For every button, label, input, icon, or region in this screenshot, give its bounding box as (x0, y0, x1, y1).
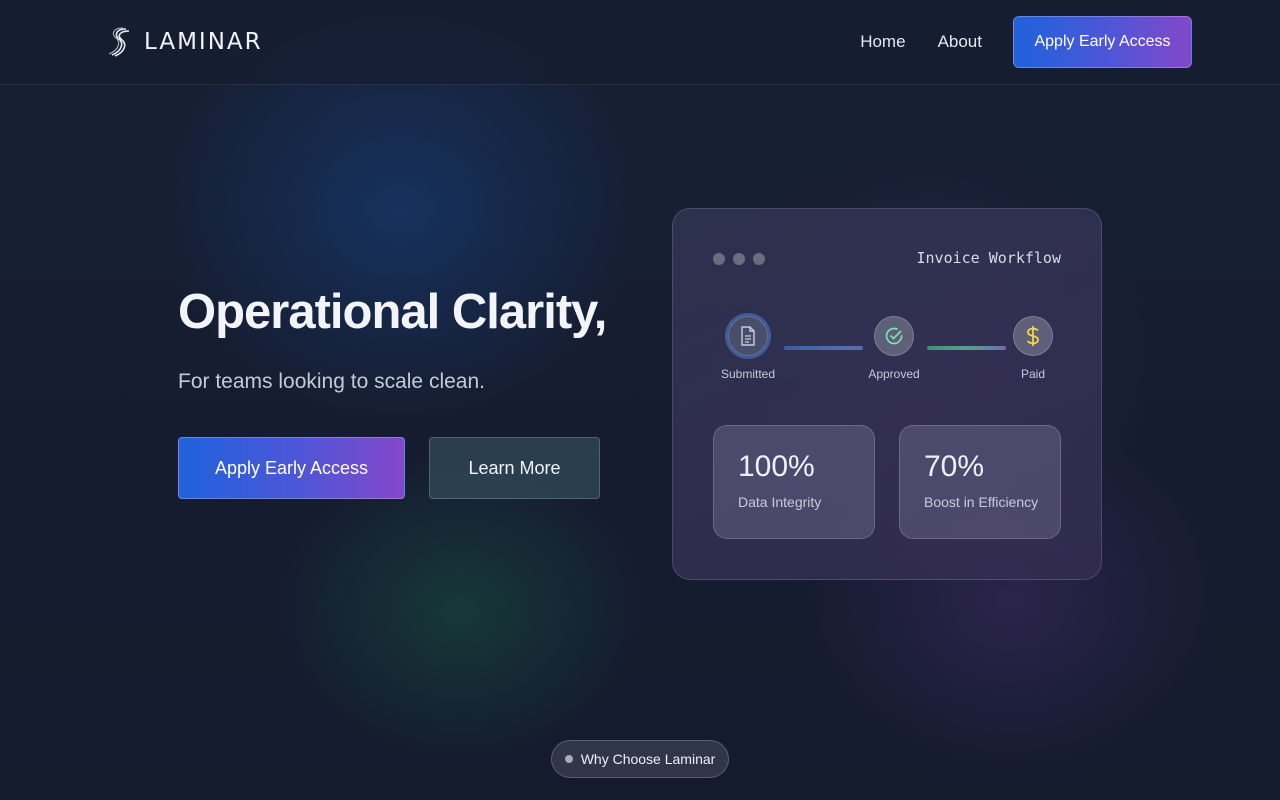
why-choose-pill[interactable]: Why Choose Laminar (551, 740, 729, 778)
check-circle-icon (885, 327, 903, 345)
step-paid: Paid (993, 316, 1073, 381)
nav-about-link[interactable]: About (938, 32, 982, 52)
stat-caption: Boost in Efficiency (924, 494, 1039, 510)
step-label: Submitted (720, 367, 776, 381)
main-nav: Home About Apply Early Access (860, 16, 1192, 68)
nav-home-link[interactable]: Home (860, 32, 905, 52)
header-apply-button[interactable]: Apply Early Access (1013, 16, 1192, 68)
window-dot (733, 253, 745, 265)
window-dots (713, 253, 765, 265)
stat-card-efficiency: 70% Boost in Efficiency (899, 425, 1061, 539)
hero-actions: Apply Early Access Learn More (178, 437, 600, 499)
window-dot (753, 253, 765, 265)
step-circle (874, 316, 914, 356)
hero-title: Operational Clarity, (178, 285, 607, 339)
top-navbar: LAMINAR Home About Apply Early Access (0, 0, 1280, 85)
stat-value: 70% (924, 450, 985, 483)
invoice-workflow-card: Invoice Workflow Submitted Approved Paid… (672, 208, 1102, 580)
brand-name: LAMINAR (144, 29, 263, 55)
card-title: Invoice Workflow (916, 249, 1062, 267)
bullet-dot-icon (564, 755, 573, 763)
stat-value: 100% (738, 450, 815, 483)
step-label: Paid (1020, 367, 1046, 381)
step-circle (1013, 316, 1053, 356)
laminar-logo-icon (108, 27, 130, 57)
step-circle (728, 316, 768, 356)
step-label: Approved (868, 367, 920, 381)
dollar-icon (1026, 326, 1039, 346)
pill-label: Why Choose Laminar (580, 751, 716, 767)
step-approved: Approved (854, 316, 934, 381)
stat-card-integrity: 100% Data Integrity (713, 425, 875, 539)
hero-apply-button[interactable]: Apply Early Access (178, 437, 405, 499)
window-dot (713, 253, 725, 265)
brand-logo[interactable]: LAMINAR (108, 27, 263, 57)
document-icon (741, 326, 755, 346)
step-submitted: Submitted (708, 316, 788, 381)
hero-subtitle: For teams looking to scale clean. (178, 370, 485, 393)
stat-caption: Data Integrity (738, 494, 822, 510)
learn-more-button[interactable]: Learn More (429, 437, 600, 499)
progress-connector (784, 346, 863, 350)
